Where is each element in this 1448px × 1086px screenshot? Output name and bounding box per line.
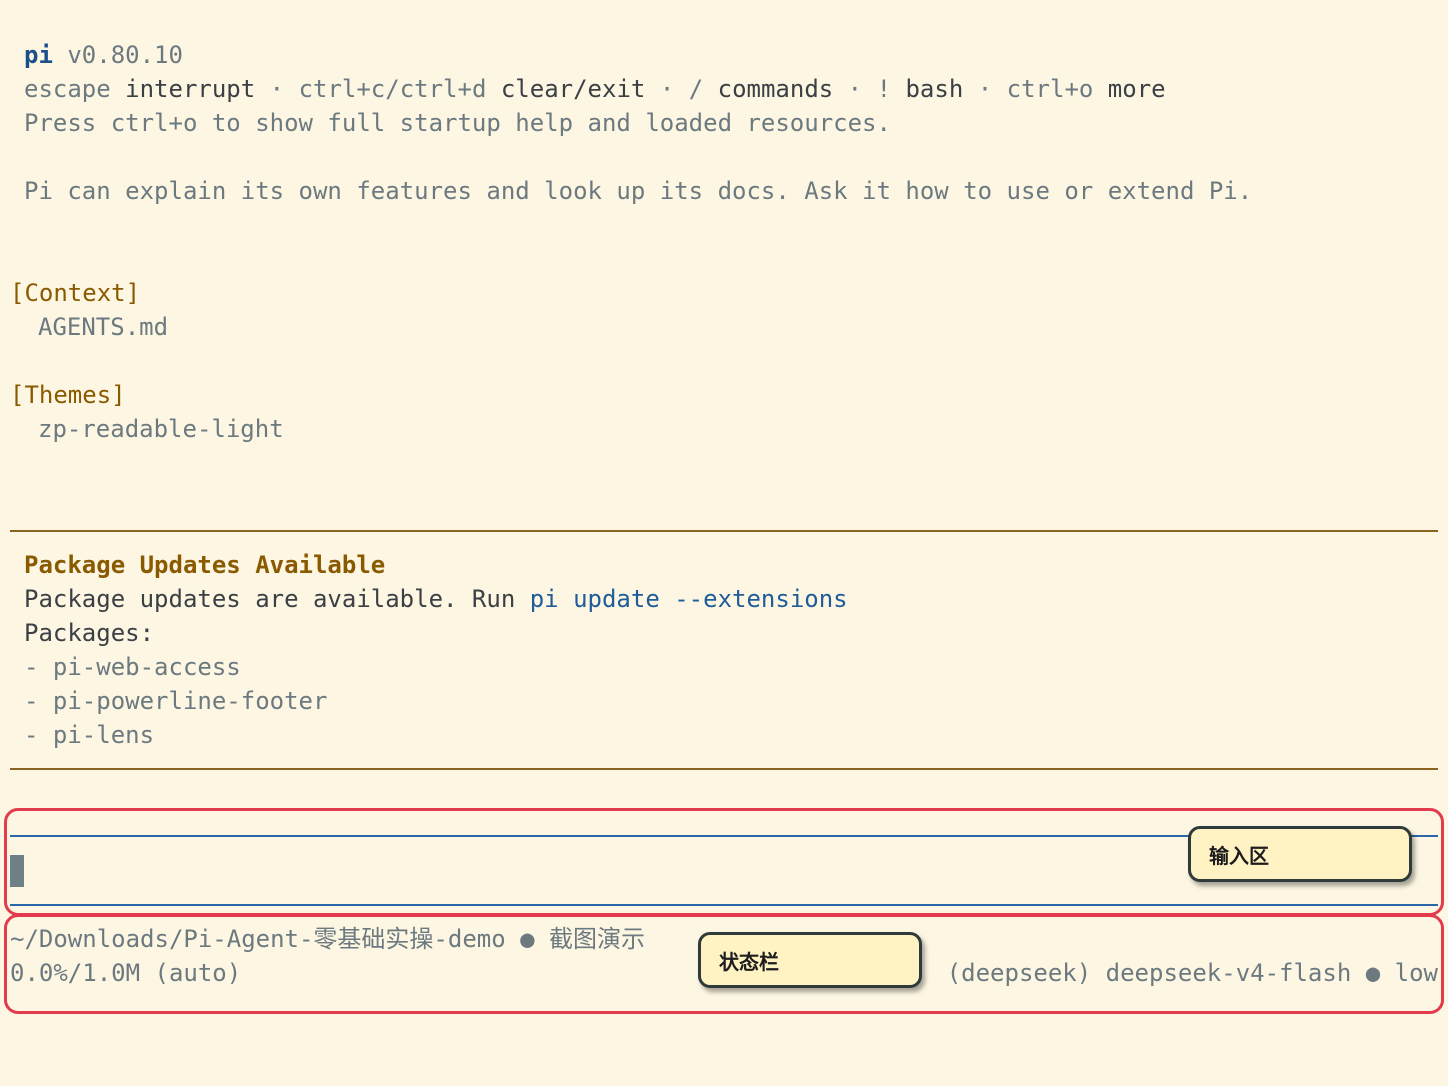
updates-divider-bottom (10, 768, 1438, 770)
input-area-callout: 输入区 (1188, 826, 1412, 882)
shortcut-key: / (688, 75, 704, 103)
updates-title: Package Updates Available (24, 551, 386, 579)
status-bar-callout-label: 状态栏 (719, 949, 779, 974)
themes-label: [Themes] (10, 381, 126, 409)
shortcut-action: clear/exit (500, 75, 646, 103)
updates-message-text: Package updates are available. Run (24, 585, 530, 613)
updates-message: Package updates are available. Run pi up… (24, 582, 848, 616)
shortcut-separator: · (977, 75, 993, 103)
shortcut-key: ! (876, 75, 892, 103)
shortcut-key: escape (24, 75, 111, 103)
shortcut-separator: · (269, 75, 285, 103)
shortcut-action: more (1107, 75, 1166, 103)
packages-label: Packages: (24, 619, 155, 647)
package-item: - pi-web-access (24, 653, 241, 681)
shortcut-line: escape interrupt · ctrl+c/ctrl+d clear/e… (24, 72, 1166, 106)
theme-item: zp-readable-light (38, 415, 284, 443)
updates-divider-top (10, 530, 1438, 532)
context-label: [Context] (10, 279, 141, 307)
shortcut-action: commands (717, 75, 834, 103)
app-name: pi (24, 41, 53, 69)
shortcut-action: interrupt (125, 75, 256, 103)
shortcut-key: ctrl+o (1006, 75, 1094, 103)
shortcut-action: bash (905, 75, 964, 103)
package-item: - pi-lens (24, 721, 155, 749)
shortcut-separator: · (659, 75, 675, 103)
shortcut-separator: · (847, 75, 863, 103)
status-bar-callout: 状态栏 (698, 932, 922, 988)
update-command: pi update --extensions (529, 585, 848, 613)
app-version: v0.80.10 (67, 41, 183, 69)
tip-text: Pi can explain its own features and look… (24, 177, 1253, 205)
version-line: pi v0.80.10 (24, 38, 183, 72)
input-area-callout-label: 输入区 (1209, 843, 1269, 868)
startup-hint: Press ctrl+o to show full startup help a… (24, 109, 891, 137)
shortcut-key: ctrl+c/ctrl+d (298, 75, 487, 103)
package-item: - pi-powerline-footer (24, 687, 328, 715)
context-item-agents: AGENTS.md (38, 313, 169, 341)
